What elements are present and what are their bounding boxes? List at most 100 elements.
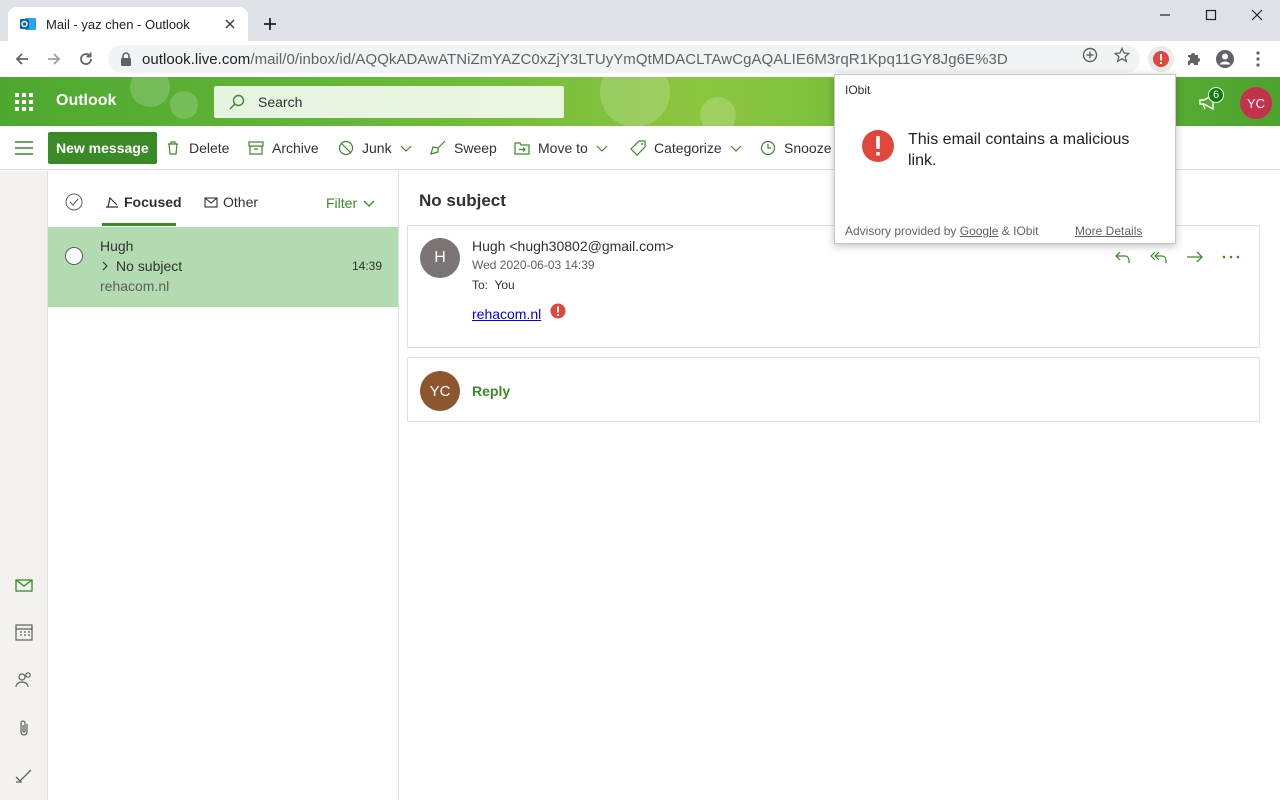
forward-icon	[1187, 251, 1203, 263]
more-actions-button[interactable]	[1220, 246, 1242, 268]
todo-check-icon[interactable]	[14, 766, 34, 786]
lock-icon	[121, 52, 131, 66]
outlook-brand[interactable]: Outlook	[56, 92, 116, 110]
alert-icon	[1153, 51, 1169, 67]
sender-avatar[interactable]: H	[420, 238, 460, 278]
archive-button[interactable]: Archive	[248, 137, 319, 159]
extensions-button[interactable]	[1180, 46, 1206, 72]
user-avatar[interactable]: YC	[1240, 87, 1272, 119]
google-link[interactable]: Google	[960, 224, 999, 238]
sender-address[interactable]: Hugh <hugh30802@gmail.com>	[472, 238, 674, 254]
archive-icon	[248, 141, 264, 155]
sweep-button[interactable]: Sweep	[430, 137, 497, 159]
back-arrow-icon	[15, 53, 28, 65]
outlook-favicon-icon	[20, 18, 36, 30]
snooze-button[interactable]: Snooze	[760, 137, 831, 159]
advisory-text: Advisory provided by Google & IObit	[845, 224, 1038, 238]
advisory-prefix: Advisory provided by	[845, 224, 957, 238]
junk-button[interactable]: Junk	[338, 137, 412, 159]
url-path: /mail/0/inbox/id/AQQkADAwATNiZmYAZC0xZjY…	[250, 50, 1008, 68]
back-button[interactable]	[8, 45, 36, 73]
add-site-icon[interactable]	[1082, 47, 1098, 63]
forward-arrow-icon	[48, 53, 61, 65]
chevron-down-icon	[400, 145, 412, 152]
profile-button[interactable]	[1212, 46, 1238, 72]
envelope-icon	[204, 197, 218, 208]
close-window-button[interactable]	[1234, 0, 1280, 30]
app-launcher-icon[interactable]	[14, 92, 34, 112]
snooze-label: Snooze	[784, 140, 832, 156]
maximize-icon	[1205, 9, 1217, 21]
paperclip-icon[interactable]	[14, 718, 34, 738]
folder-move-icon	[514, 142, 530, 155]
junk-label: Junk	[362, 140, 392, 156]
forward-action-button[interactable]	[1184, 246, 1206, 268]
delete-label: Delete	[189, 140, 230, 156]
minimize-icon	[1160, 14, 1170, 16]
select-all-icon[interactable]	[65, 193, 83, 211]
reply-icon	[1115, 251, 1130, 263]
iobit-extension-button[interactable]	[1148, 46, 1174, 72]
popup-brand: IObit	[845, 83, 871, 97]
recipient-line: To: You	[472, 278, 515, 292]
browser-toolbar: outlook.live.com/mail/0/inbox/id/AQQkADA…	[0, 41, 1280, 77]
account-icon	[1216, 50, 1234, 68]
new-tab-button[interactable]	[258, 12, 282, 36]
email-body-link[interactable]: rehacom.nl	[472, 306, 541, 322]
reply-button[interactable]: Reply	[472, 383, 510, 399]
url-text: outlook.live.com/mail/0/inbox/id/AQQkADA…	[142, 51, 1008, 68]
more-details-link[interactable]: More Details	[1075, 224, 1142, 238]
trash-icon	[168, 141, 178, 155]
move-to-button[interactable]: Move to	[514, 137, 608, 159]
plus-icon	[264, 18, 276, 30]
browser-menu-button[interactable]	[1245, 46, 1271, 72]
header-decoration	[170, 91, 198, 119]
puzzle-icon	[1188, 53, 1200, 65]
to-value: You	[494, 278, 515, 292]
chevron-down-icon	[363, 200, 375, 207]
categorize-button[interactable]: Categorize	[630, 137, 742, 159]
reply-action-button[interactable]	[1112, 246, 1134, 268]
hamburger-icon[interactable]	[14, 140, 34, 156]
malicious-link-alert-icon[interactable]	[550, 303, 566, 319]
header-decoration	[700, 97, 736, 126]
maximize-button[interactable]	[1188, 0, 1234, 30]
search-input[interactable]: Search	[214, 86, 564, 118]
sent-date: Wed 2020-06-03 14:39	[472, 258, 595, 272]
people-icon[interactable]	[14, 670, 34, 690]
url-host: outlook.live.com	[142, 50, 251, 68]
quick-reply-card[interactable]: YC Reply	[407, 357, 1260, 422]
tab-other[interactable]: Other	[204, 194, 258, 210]
alert-icon	[862, 130, 894, 162]
header-decoration	[130, 77, 170, 107]
list-item[interactable]: Hugh No subject rehacom.nl 14:39	[48, 227, 398, 307]
message-subject-row: No subject	[100, 258, 182, 274]
tag-icon	[630, 140, 646, 156]
close-tab-icon[interactable]	[222, 16, 238, 32]
address-bar[interactable]: outlook.live.com/mail/0/inbox/id/AQQkADA…	[108, 45, 1140, 73]
active-tab-indicator	[102, 223, 176, 226]
tab-focused[interactable]: Focused	[105, 194, 182, 210]
filter-button[interactable]: Filter	[326, 195, 375, 211]
new-message-button[interactable]: New message	[48, 132, 157, 164]
browser-tab[interactable]: Mail - yaz chen - Outlook	[8, 7, 248, 41]
bookmark-star-icon[interactable]	[1114, 47, 1130, 63]
archive-label: Archive	[272, 140, 319, 156]
reply-all-action-button[interactable]	[1148, 246, 1170, 268]
chevron-right-icon[interactable]	[100, 261, 110, 271]
header-decoration	[600, 77, 670, 126]
calendar-icon[interactable]	[14, 622, 34, 642]
minimize-button[interactable]	[1142, 0, 1188, 30]
search-icon	[229, 94, 245, 110]
focused-inbox-icon	[106, 196, 118, 208]
message-select-checkbox[interactable]	[65, 247, 83, 265]
more-horizontal-icon	[1222, 255, 1240, 259]
mail-icon[interactable]	[14, 575, 34, 595]
forward-button[interactable]	[40, 45, 68, 73]
iobit-warning-popup: IObit This email contains a malicious li…	[834, 74, 1176, 244]
broom-icon	[430, 140, 446, 155]
chevron-down-icon	[596, 145, 608, 152]
sweep-label: Sweep	[454, 140, 497, 156]
reload-button[interactable]	[72, 45, 100, 73]
delete-button[interactable]: Delete	[165, 137, 229, 159]
